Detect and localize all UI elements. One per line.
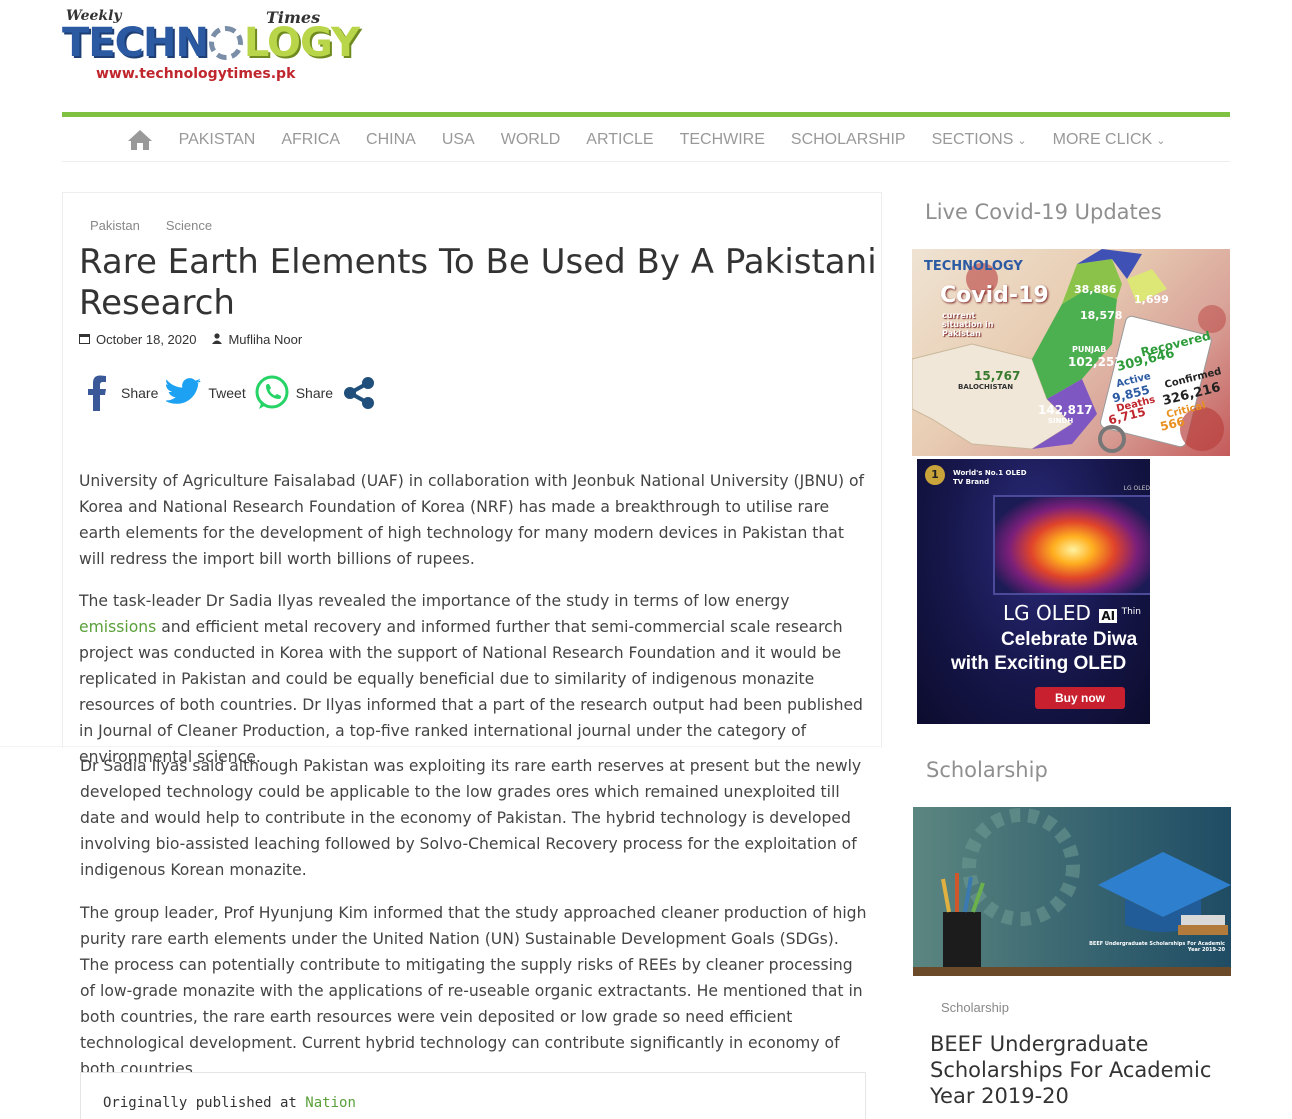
article-date: October 18, 2020 — [96, 332, 197, 347]
nav-item-pakistan[interactable]: PAKISTAN — [179, 131, 256, 149]
nav-item-more-click-label: MORE CLICK — [1052, 130, 1153, 148]
original-source-prefix: Originally published at — [103, 1095, 306, 1111]
scholarship-widget-title: Scholarship — [926, 758, 1048, 782]
scholarship-post-title[interactable]: BEEF Undergraduate Scholarships For Acad… — [930, 1031, 1220, 1109]
covid-subtitle: current situation in Pakistan — [942, 311, 994, 338]
twitter-icon[interactable] — [166, 375, 202, 411]
covid-update-graphic[interactable]: TECHNOLOGY Covid-19 current situation in… — [912, 249, 1230, 456]
covid-ajk-value: 1,699 — [1134, 293, 1169, 306]
original-source-box: Originally published at Nation — [80, 1072, 866, 1119]
chevron-down-icon: ⌄ — [1017, 134, 1027, 147]
category-link-science[interactable]: Science — [166, 218, 212, 233]
home-icon[interactable] — [127, 129, 153, 151]
ad-brand-line: LG OLED AI Thin — [1003, 601, 1141, 625]
nav-item-sections-label: SECTIONS — [931, 130, 1014, 148]
scholarship-featured-image[interactable]: BEEF Undergraduate Scholarships For Acad… — [913, 807, 1231, 976]
original-source-text: Originally published at Nation — [103, 1095, 356, 1111]
nav-item-article[interactable]: ARTICLE — [586, 131, 653, 149]
ad-thin-text: Thin — [1121, 607, 1141, 617]
whatsapp-icon[interactable] — [254, 375, 290, 411]
article-title: Rare Earth Elements To Be Used By A Paki… — [79, 242, 877, 323]
article-paragraph-2: The task-leader Dr Sadia Ilyas revealed … — [79, 588, 869, 770]
article-paragraph-4: The group leader, Prof Hyunjung Kim info… — [80, 904, 867, 1078]
scholarship-image-caption: BEEF Undergraduate Scholarships For Acad… — [1089, 941, 1225, 953]
whatsapp-share-label[interactable]: Share — [296, 385, 333, 401]
ad-headline-2: with Exciting OLED — [951, 653, 1127, 674]
article-categories: Pakistan Science — [90, 218, 212, 233]
logo-word-start: TECHN — [62, 20, 209, 66]
nav-item-usa[interactable]: USA — [442, 131, 475, 149]
category-link-pakistan[interactable]: Pakistan — [90, 218, 140, 233]
article-author[interactable]: Mufliha Noor — [228, 332, 302, 347]
covid-widget-title: Live Covid-19 Updates — [925, 200, 1162, 224]
nav-item-sections[interactable]: SECTIONS ⌄ — [932, 131, 1027, 149]
facebook-icon[interactable] — [79, 375, 115, 411]
calendar-icon — [79, 332, 90, 347]
nav-item-techwire[interactable]: TECHWIRE — [680, 131, 765, 149]
facebook-share-label[interactable]: Share — [121, 385, 158, 401]
covid-kp-value: 38,886 — [1074, 283, 1117, 296]
lg-oled-advertisement[interactable]: 1 World's No.1 OLED TV Brand LG OLED LG … — [917, 459, 1150, 724]
ad-brand: LG OLED — [1003, 601, 1091, 625]
paragraph-2-text-end: and efficient metal recovery and informe… — [79, 618, 863, 766]
covid-balochistan-value: 15,767 — [974, 369, 1021, 383]
covid-brand: TECHNOLOGY — [924, 259, 1023, 274]
covid-punjab-value: 102,253 — [1068, 355, 1123, 369]
logo-url: www.technologytimes.pk — [96, 66, 296, 82]
award-badge-icon: 1 — [925, 465, 945, 485]
ad-headline-1: Celebrate Diwa — [1001, 629, 1138, 650]
emissions-link[interactable]: emissions — [79, 618, 156, 636]
share-bar: Share Tweet Share — [79, 372, 377, 414]
covid-sindh-value: 142,817 — [1038, 403, 1093, 417]
ad-buy-now-button[interactable]: Buy now — [1035, 687, 1125, 709]
ad-badge-text: World's No.1 OLED TV Brand — [953, 469, 1027, 486]
article-meta: October 18, 2020 Mufliha Noor — [79, 332, 302, 347]
logo-word-end: LOGY — [243, 20, 360, 66]
covid-punjab-label: PUNJAB — [1072, 345, 1107, 354]
gear-icon — [208, 26, 243, 60]
ad-corner-brand: LG OLED — [1123, 485, 1150, 492]
site-logo[interactable]: Weekly Times TECHN LOGY www.technologytim… — [62, 6, 360, 90]
twitter-tweet-label[interactable]: Tweet — [208, 385, 245, 401]
covid-headline: Covid-19 — [940, 283, 1049, 308]
nav-item-world[interactable]: WORLD — [501, 131, 561, 149]
logo-wordmark: TECHN LOGY — [62, 20, 360, 66]
nav-item-china[interactable]: CHINA — [366, 131, 416, 149]
article-paragraph-1: University of Agriculture Faisalabad (UA… — [79, 472, 865, 568]
nav-item-scholarship[interactable]: SCHOLARSHIP — [791, 131, 906, 149]
covid-sindh-label: SINDH — [1048, 417, 1074, 425]
nav-item-africa[interactable]: AFRICA — [281, 131, 340, 149]
user-icon — [212, 332, 223, 347]
article-paragraph-3: Dr Sadia Ilyas said although Pakistan wa… — [80, 757, 862, 879]
covid-gb-value: 18,578 — [1080, 309, 1123, 322]
nav-item-more-click[interactable]: MORE CLICK ⌄ — [1053, 131, 1166, 149]
paragraph-2-text-start: The task-leader Dr Sadia Ilyas revealed … — [79, 592, 790, 610]
ad-ai-badge: AI — [1099, 609, 1118, 623]
lg-tv-screen — [993, 495, 1150, 595]
covid-balochistan-label: BALOCHISTAN — [958, 383, 1014, 391]
chevron-down-icon: ⌄ — [1156, 134, 1166, 147]
share-icon[interactable] — [341, 375, 377, 411]
nation-link[interactable]: Nation — [305, 1095, 356, 1111]
main-navigation: PAKISTAN AFRICA CHINA USA WORLD ARTICLE … — [62, 112, 1230, 162]
scholarship-post-category[interactable]: Scholarship — [941, 1000, 1009, 1015]
